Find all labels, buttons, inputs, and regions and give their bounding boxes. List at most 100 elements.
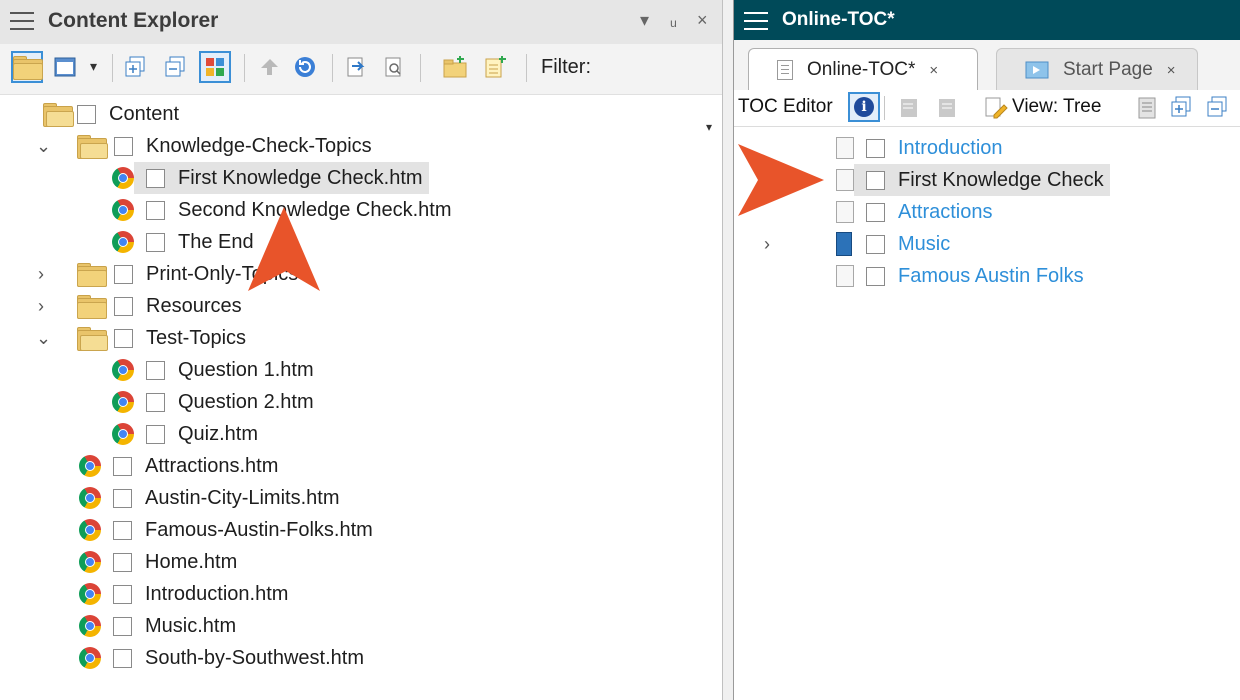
layout-dropdown-button[interactable] [50, 52, 80, 82]
checkbox[interactable] [113, 616, 132, 636]
checkbox[interactable] [146, 392, 165, 412]
chevron-right-icon[interactable]: › [38, 296, 76, 317]
selection-highlight: First Knowledge Check [854, 164, 1110, 196]
menu-icon[interactable] [10, 12, 34, 32]
view-tree-icon[interactable] [984, 95, 1010, 121]
tree-row-music[interactable]: Music.htm [0, 610, 722, 642]
pane-splitter[interactable] [722, 0, 733, 700]
checkbox[interactable] [866, 202, 885, 222]
tree-row-question-1[interactable]: Question 1.htm [0, 354, 722, 386]
checkbox[interactable] [146, 232, 165, 252]
content-explorer-toolbar: ▾ Filter: ▾ [0, 44, 722, 134]
view-mode-label[interactable]: View: Tree [1012, 96, 1101, 118]
toolbar-separator [884, 96, 885, 120]
checkbox[interactable] [866, 170, 885, 190]
tree-row-second-knowledge-check[interactable]: Second Knowledge Check.htm [0, 194, 722, 226]
toc-item-music[interactable]: › Music [734, 228, 1240, 260]
chevron-expanded-icon[interactable]: ⌄ [36, 136, 76, 157]
checkbox[interactable] [866, 266, 885, 286]
collapse-all-icon[interactable] [1206, 96, 1228, 118]
tree-row-introduction[interactable]: Introduction.htm [0, 578, 722, 610]
folder-open-icon [42, 103, 74, 127]
new-folder-icon [443, 56, 467, 78]
chrome-icon [79, 551, 101, 573]
toc-item-famous-austin-folks[interactable]: Famous Austin Folks [734, 260, 1240, 292]
chevron-right-icon[interactable]: › [764, 234, 836, 255]
tree-row-the-end[interactable]: The End [0, 226, 722, 258]
link-button[interactable] [340, 52, 370, 82]
checkbox[interactable] [113, 584, 132, 604]
chrome-icon [112, 199, 134, 221]
book-left-icon[interactable] [898, 96, 922, 120]
new-topic-button[interactable] [480, 52, 510, 82]
close-tab-icon[interactable]: × [929, 62, 938, 79]
color-view-button[interactable] [199, 51, 231, 83]
new-folder-button[interactable] [440, 52, 470, 82]
book-right-icon[interactable] [934, 96, 958, 120]
tree-row-home[interactable]: Home.htm [0, 546, 722, 578]
tree-row-content[interactable]: Content [0, 98, 722, 130]
tree-row-resources[interactable]: › Resources [0, 290, 722, 322]
info-button[interactable]: i [848, 92, 880, 122]
checkbox[interactable] [146, 360, 165, 380]
collapse-all-button[interactable] [160, 52, 190, 82]
chevron-expanded-icon[interactable]: ⌄ [36, 328, 76, 349]
info-icon: i [854, 97, 874, 117]
toc-title-bar: Online-TOC* [734, 0, 1240, 40]
tree-item-label: Question 1.htm [178, 358, 314, 381]
close-icon[interactable]: × [697, 10, 708, 31]
checkbox[interactable] [77, 104, 96, 124]
close-tab-icon[interactable]: × [1167, 62, 1176, 79]
checkbox[interactable] [114, 264, 133, 284]
pin-icon[interactable]: ᵤ [670, 10, 677, 31]
chrome-icon [112, 167, 134, 189]
tree-row-south-by-southwest[interactable]: South-by-Southwest.htm [0, 642, 722, 674]
tree-item-label: Test-Topics [146, 326, 247, 349]
chevron-right-icon[interactable]: › [38, 264, 76, 285]
toolbar-separator [112, 54, 113, 82]
chrome-icon [112, 231, 134, 253]
tree-row-austin-city-limits[interactable]: Austin-City-Limits.htm [0, 482, 722, 514]
tree-row-knowledge-check-topics[interactable]: ⌄ Knowledge-Check-Topics [0, 130, 722, 162]
dropdown-icon[interactable]: ▾ [640, 10, 649, 31]
tree-item-label: South-by-Southwest.htm [145, 646, 364, 669]
checkbox[interactable] [866, 138, 885, 158]
refresh-button[interactable] [290, 52, 320, 82]
checkbox[interactable] [146, 200, 165, 220]
show-folders-button[interactable] [11, 51, 43, 83]
tree-row-test-topics[interactable]: ⌄ Test-Topics [0, 322, 722, 354]
checkbox[interactable] [113, 552, 132, 572]
tree-row-first-knowledge-check[interactable]: First Knowledge Check.htm [0, 162, 722, 194]
tree-row-famous-austin-folks[interactable]: Famous-Austin-Folks.htm [0, 514, 722, 546]
checkbox[interactable] [113, 648, 132, 668]
open-button[interactable] [254, 52, 284, 82]
tree-row-attractions[interactable]: Attractions.htm [0, 450, 722, 482]
new-topic-icon [485, 56, 506, 78]
toc-item-label: Introduction [898, 136, 1003, 159]
expand-all-icon [125, 56, 145, 77]
checkbox[interactable] [114, 296, 133, 316]
menu-icon[interactable] [744, 12, 768, 32]
checkbox[interactable] [113, 456, 132, 476]
tab-start-page[interactable]: Start Page × [996, 48, 1198, 91]
tab-online-toc[interactable]: Online-TOC* × [748, 48, 978, 91]
tab-label: Online-TOC* [807, 59, 916, 80]
checkbox[interactable] [146, 168, 165, 188]
toolbar-separator [526, 54, 527, 82]
checkbox[interactable] [866, 234, 885, 254]
tree-row-question-2[interactable]: Question 2.htm [0, 386, 722, 418]
preview-button[interactable] [378, 52, 408, 82]
tree-row-quiz[interactable]: Quiz.htm [0, 418, 722, 450]
list-icon[interactable] [1136, 96, 1158, 120]
checkbox[interactable] [113, 520, 132, 540]
chrome-icon [79, 455, 101, 477]
expand-all-button[interactable] [120, 52, 150, 82]
checkbox[interactable] [146, 424, 165, 444]
checkbox[interactable] [114, 328, 133, 348]
tree-row-print-only-topics[interactable]: › Print-Only-Topics [0, 258, 722, 290]
checkbox[interactable] [113, 488, 132, 508]
chevron-down-icon[interactable]: ▾ [90, 58, 97, 75]
checkbox[interactable] [114, 136, 133, 156]
tree-item-label: Resources [146, 294, 242, 317]
expand-all-icon[interactable] [1170, 96, 1192, 118]
